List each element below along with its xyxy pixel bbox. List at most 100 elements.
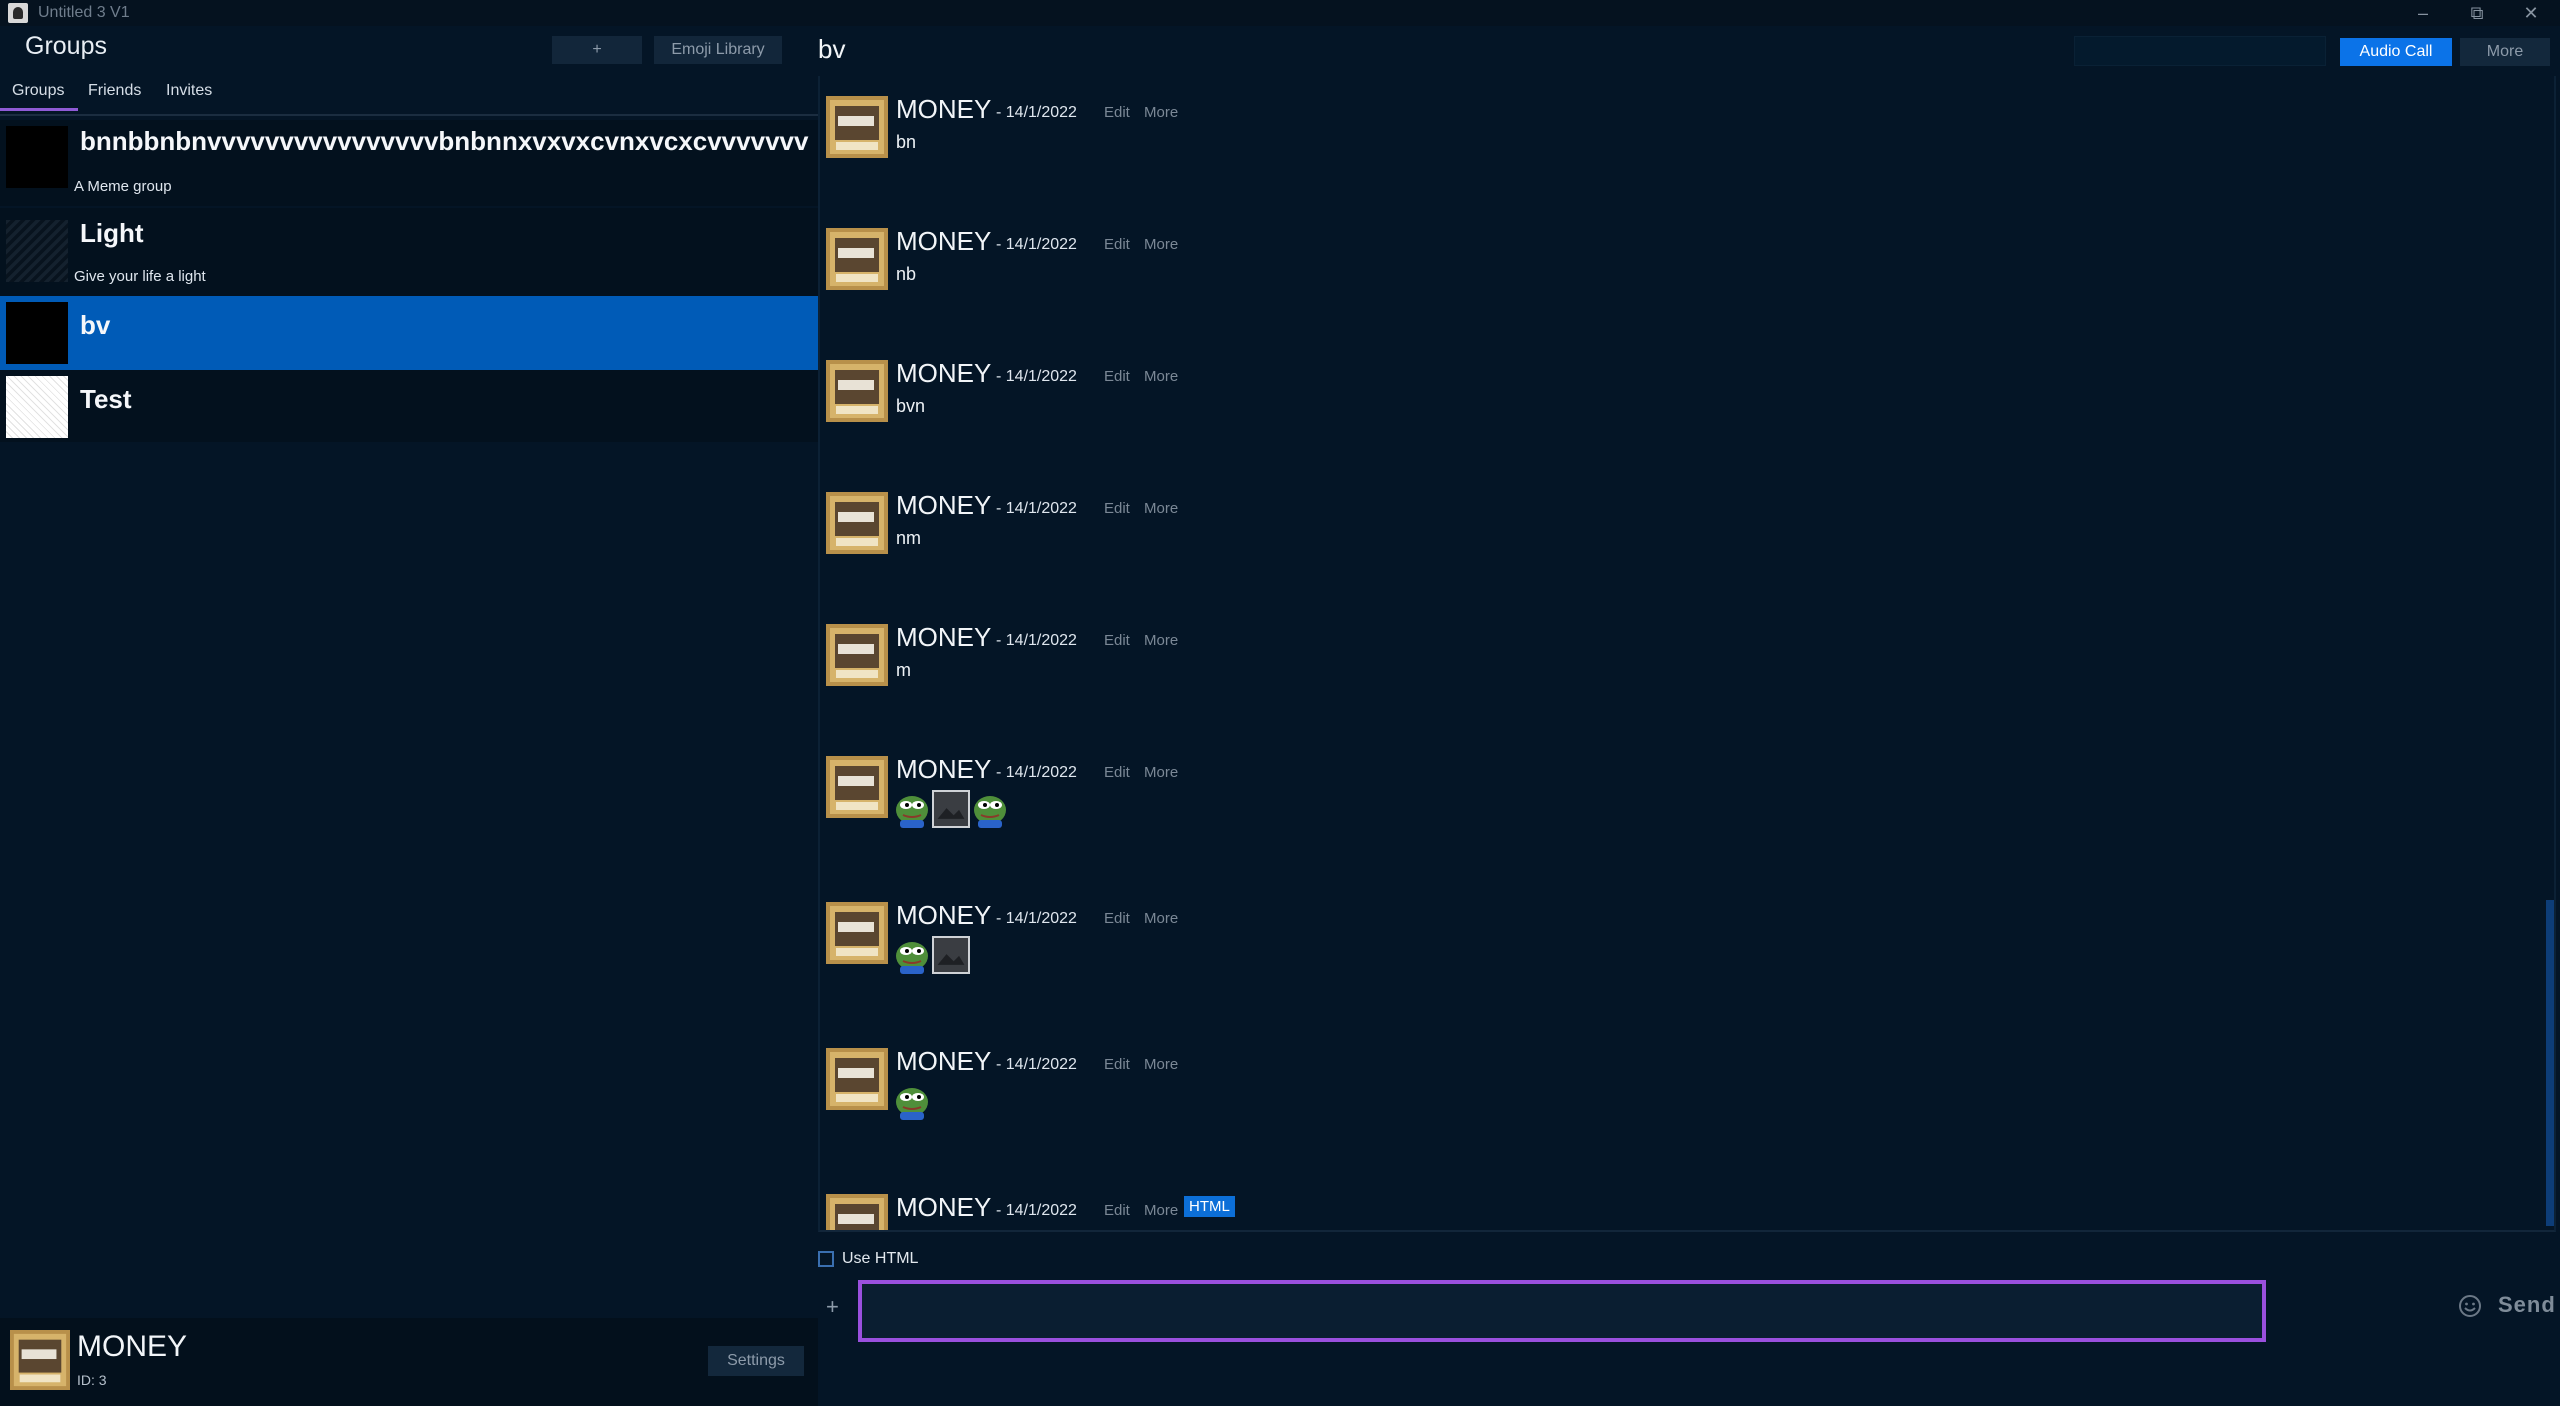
app-logo-icon: [8, 3, 28, 23]
message-date: - 14/1/2022: [996, 910, 1077, 927]
group-row-selected[interactable]: bv: [0, 296, 818, 370]
message-avatar[interactable]: [826, 1194, 888, 1232]
close-icon[interactable]: ✕: [2504, 0, 2558, 26]
use-html-label: Use HTML: [842, 1250, 919, 1267]
message-edit-link[interactable]: Edit: [1104, 368, 1130, 385]
message-author: MONEY: [896, 358, 992, 388]
message-edit-link[interactable]: Edit: [1104, 910, 1130, 927]
message-edit-link[interactable]: Edit: [1104, 1202, 1130, 1219]
message-date: - 14/1/2022: [996, 236, 1077, 253]
message-list[interactable]: MONEY - 14/1/2022 Edit More bn MONEY - 14/1/20…: [818, 76, 2556, 1232]
message-text: nm: [896, 528, 922, 548]
message-avatar[interactable]: [826, 96, 888, 158]
active-tab-indicator: [0, 108, 78, 111]
message-text: nb: [896, 264, 917, 284]
message-input[interactable]: [862, 1284, 2262, 1338]
message-author: MONEY: [896, 490, 992, 520]
group-row[interactable]: Light Give your life a light: [0, 208, 818, 296]
tab-groups[interactable]: Groups: [12, 82, 64, 100]
group-name: Light: [80, 218, 144, 248]
message-emojis: [894, 936, 970, 976]
message-edit-link[interactable]: Edit: [1104, 236, 1130, 253]
group-description: A Meme group: [74, 178, 172, 195]
minimize-icon[interactable]: –: [2396, 0, 2450, 26]
attach-button[interactable]: +: [826, 1294, 839, 1320]
send-button[interactable]: Send: [2498, 1292, 2556, 1318]
message-author: MONEY: [896, 622, 992, 652]
message-more-link[interactable]: More: [1144, 500, 1178, 517]
pepe-emoji: [896, 796, 928, 828]
message-avatar[interactable]: [826, 902, 888, 964]
message-text: bvn: [896, 396, 926, 416]
message-more-link[interactable]: More: [1144, 236, 1178, 253]
sidebar: Groups + Emoji Library Groups Friends In…: [0, 26, 818, 1406]
message-more-link[interactable]: More: [1144, 632, 1178, 649]
message-edit-link[interactable]: Edit: [1104, 1056, 1130, 1073]
message-more-link[interactable]: More: [1144, 764, 1178, 781]
group-name: bnnbbnbnvvvvvvvvvvvvvvvvbnbnnxvxvxcvnxvc…: [80, 126, 809, 156]
message-more-link[interactable]: More: [1144, 104, 1178, 121]
message-more-link[interactable]: More: [1144, 910, 1178, 927]
message-emojis: [894, 1082, 930, 1122]
restore-icon[interactable]: ⧉: [2450, 0, 2504, 26]
chat-panel: bv Audio Call More MONEY - 14/1/2022 Edit M…: [818, 26, 2560, 1380]
search-input[interactable]: [2074, 36, 2326, 66]
settings-button[interactable]: Settings: [708, 1346, 804, 1376]
message-author: MONEY: [896, 1192, 992, 1222]
image-placeholder-icon: [932, 790, 970, 828]
message-date: - 14/1/2022: [996, 1056, 1077, 1073]
message-date: - 14/1/2022: [996, 104, 1077, 121]
message-date: - 14/1/2022: [996, 632, 1077, 649]
use-html-checkbox[interactable]: [818, 1251, 834, 1267]
pepe-emoji: [896, 1088, 928, 1120]
sidebar-tabs: Groups Friends Invites: [0, 56, 818, 116]
smiley-icon[interactable]: [2458, 1294, 2482, 1318]
html-badge: HTML: [1184, 1196, 1235, 1217]
image-placeholder-icon: [932, 936, 970, 974]
tab-invites[interactable]: Invites: [166, 82, 212, 100]
tab-friends[interactable]: Friends: [88, 82, 141, 100]
message-edit-link[interactable]: Edit: [1104, 632, 1130, 649]
chat-title: bv: [818, 34, 846, 64]
group-thumbnail: [6, 220, 68, 282]
group-row[interactable]: bnnbbnbnvvvvvvvvvvvvvvvvbnbnnxvxvxcvnxvc…: [0, 120, 818, 206]
pepe-emoji: [896, 942, 928, 974]
user-avatar: [10, 1330, 70, 1390]
message-author: MONEY: [896, 1046, 992, 1076]
message-date: - 14/1/2022: [996, 500, 1077, 517]
message-more-link[interactable]: More: [1144, 1056, 1178, 1073]
more-button[interactable]: More: [2460, 38, 2550, 66]
pepe-emoji: [974, 796, 1006, 828]
use-html-toggle[interactable]: Use HTML: [818, 1250, 918, 1268]
scrollbar-thumb[interactable]: [2546, 900, 2554, 1226]
audio-call-button[interactable]: Audio Call: [2340, 38, 2452, 66]
user-name: MONEY: [77, 1330, 188, 1363]
message-date: - 14/1/2022: [996, 368, 1077, 385]
group-thumbnail: [6, 376, 68, 438]
group-description: Give your life a light: [74, 268, 206, 285]
current-user-panel: MONEY ID: 3 Settings: [0, 1318, 818, 1406]
message-composer[interactable]: [858, 1280, 2266, 1342]
group-thumbnail: [6, 302, 68, 364]
message-date: - 14/1/2022: [996, 764, 1077, 781]
message-avatar[interactable]: [826, 228, 888, 290]
message-edit-link[interactable]: Edit: [1104, 104, 1130, 121]
message-avatar[interactable]: [826, 360, 888, 422]
message-more-link[interactable]: More: [1144, 368, 1178, 385]
message-more-link[interactable]: More: [1144, 1202, 1178, 1219]
message-avatar[interactable]: [826, 756, 888, 818]
message-author: MONEY: [896, 900, 992, 930]
message-avatar[interactable]: [826, 624, 888, 686]
message-author: MONEY: [896, 94, 992, 124]
message-avatar[interactable]: [826, 492, 888, 554]
message-text: bn: [896, 132, 917, 152]
message-emojis: [894, 790, 1008, 830]
message-avatar[interactable]: [826, 1048, 888, 1110]
message-edit-link[interactable]: Edit: [1104, 500, 1130, 517]
message-author: MONEY: [896, 754, 992, 784]
message-date: - 14/1/2022: [996, 1202, 1077, 1219]
group-row[interactable]: Test: [0, 370, 818, 442]
message-edit-link[interactable]: Edit: [1104, 764, 1130, 781]
group-thumbnail: [6, 126, 68, 188]
user-id: ID: 3: [77, 1372, 107, 1388]
